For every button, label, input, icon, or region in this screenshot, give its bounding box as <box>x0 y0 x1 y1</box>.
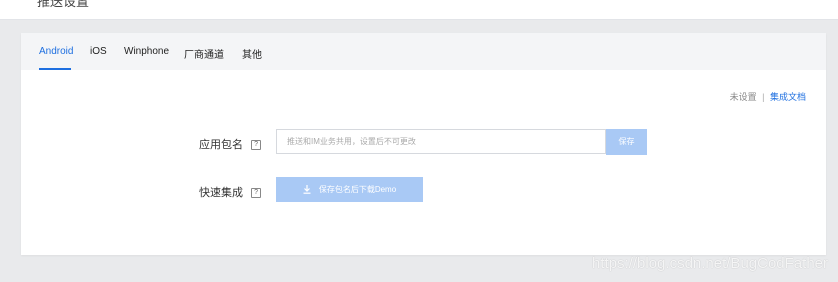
question-icon[interactable]: ? <box>251 188 262 199</box>
quick-integration-label-row: 快速集成 ? <box>199 184 262 200</box>
tab-vendor-channel[interactable]: 厂商通道 <box>184 46 224 61</box>
watermark: https://blog.csdn.net/BugCodFather <box>592 255 828 272</box>
separator: | <box>762 92 765 102</box>
status-links: 未设置 | 集成文档 <box>730 90 806 103</box>
quick-integration-label: 快速集成 <box>199 187 243 199</box>
question-icon[interactable]: ? <box>251 140 262 151</box>
status-text: 未设置 <box>729 92 757 102</box>
package-name-input[interactable]: 推送和IM业务共用，设置后不可更改 <box>276 129 606 154</box>
save-button[interactable]: 保存 <box>606 129 647 155</box>
download-demo-button[interactable]: 保存包名后下载Demo <box>276 177 423 202</box>
active-tab-indicator <box>39 68 71 70</box>
tab-android[interactable]: Android <box>39 46 73 57</box>
page-title: 推送设置 <box>37 0 90 9</box>
download-demo-label: 保存包名后下载Demo <box>318 185 397 194</box>
integration-doc-link[interactable]: 集成文档 <box>770 92 806 102</box>
tab-other[interactable]: 其他 <box>242 46 262 61</box>
platform-tabs: Android iOS Winphone 厂商通道 其他 <box>21 33 826 70</box>
tab-winphone[interactable]: Winphone <box>124 46 169 57</box>
tab-ios[interactable]: iOS <box>90 46 107 57</box>
package-name-label-row: 应用包名 ? <box>199 136 262 152</box>
download-icon <box>303 185 311 195</box>
package-name-placeholder: 推送和IM业务共用，设置后不可更改 <box>287 137 416 146</box>
settings-card: Android iOS Winphone 厂商通道 其他 未设置 | 集成文档 … <box>21 33 826 255</box>
top-header: 推送设置 <box>0 0 838 20</box>
package-name-label: 应用包名 <box>199 139 243 151</box>
